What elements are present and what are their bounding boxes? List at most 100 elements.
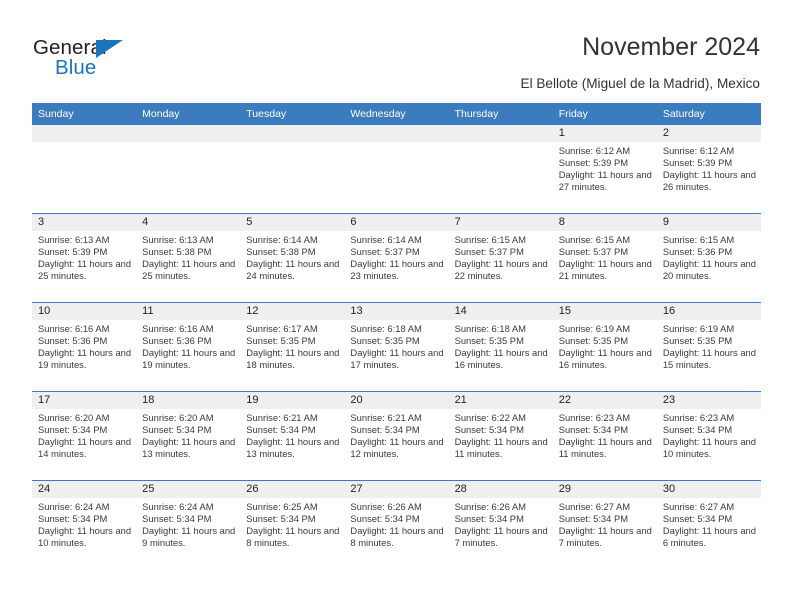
day-sun-info: Sunrise: 6:14 AM Sunset: 5:37 PM Daylight:… [344,231,448,282]
sunset-text: Sunset: 5:34 PM [350,513,420,525]
daylight-text: Daylight: 11 hours and 11 minutes. [558,436,652,460]
day-number: 19 [240,392,345,409]
calendar-page: General Blue November 2024 El Bellote (M… [0,0,792,612]
calendar-day-cell-empty [448,125,553,214]
sunrise-text: Sunrise: 6:25 AM [246,501,318,512]
calendar-day-cell[interactable]: 20 Sunrise: 6:21 AM Sunset: 5:34 PM Dayligh… [344,391,449,481]
general-blue-logo[interactable]: General Blue [33,36,213,86]
calendar-day-cell[interactable]: 1 Sunrise: 6:12 AM Sunset: 5:39 PM Daylight… [552,125,657,214]
day-sun-info: Sunrise: 6:27 AM Sunset: 5:34 PM Daylight:… [553,498,657,549]
day-number: 3 [32,214,137,231]
calendar-day-cell[interactable]: 2 Sunrise: 6:12 AM Sunset: 5:39 PM Daylight… [656,125,761,214]
calendar-day-cell[interactable]: 12 Sunrise: 6:17 AM Sunset: 5:35 PM Dayligh… [240,302,345,392]
sunset-text: Sunset: 5:37 PM [350,246,420,258]
sunset-text: Sunset: 5:34 PM [558,424,629,436]
sunset-text: Sunset: 5:38 PM [142,246,212,258]
day-sun-info: Sunrise: 6:12 AM Sunset: 5:39 PM Daylight:… [553,142,657,193]
daylight-text: Daylight: 11 hours and 10 minutes. [38,525,132,549]
sunrise-text: Sunrise: 6:18 AM [454,323,526,334]
sunset-text: Sunset: 5:34 PM [454,513,524,525]
day-number [240,125,345,142]
calendar-day-cell[interactable]: 23 Sunrise: 6:23 AM Sunset: 5:34 PM Dayligh… [656,391,761,481]
weekday-header-row: Sunday Monday Tuesday Wednesday Thursday… [32,103,761,125]
calendar-day-cell[interactable]: 14 Sunrise: 6:18 AM Sunset: 5:35 PM Dayligh… [448,302,553,392]
day-number: 11 [136,303,241,320]
calendar-day-cell[interactable]: 18 Sunrise: 6:20 AM Sunset: 5:34 PM Dayligh… [136,391,241,481]
calendar-day-cell[interactable]: 24 Sunrise: 6:24 AM Sunset: 5:34 PM Dayligh… [32,480,137,569]
sunset-text: Sunset: 5:34 PM [350,424,420,436]
sunrise-text: Sunrise: 6:13 AM [142,234,214,245]
sunrise-text: Sunrise: 6:26 AM [350,501,422,512]
day-number: 13 [344,303,449,320]
sunset-text: Sunset: 5:39 PM [662,157,733,169]
calendar-day-cell[interactable]: 5 Sunrise: 6:14 AM Sunset: 5:38 PM Daylight… [240,213,345,303]
day-number: 14 [448,303,553,320]
day-sun-info: Sunrise: 6:18 AM Sunset: 5:35 PM Daylight:… [449,320,553,371]
daylight-text: Daylight: 11 hours and 12 minutes. [350,436,444,460]
day-number [344,125,449,142]
day-number: 7 [448,214,553,231]
calendar-day-cell[interactable]: 7 Sunrise: 6:15 AM Sunset: 5:37 PM Daylight… [448,213,553,303]
sunset-text: Sunset: 5:34 PM [246,424,316,436]
day-sun-info: Sunrise: 6:18 AM Sunset: 5:35 PM Daylight:… [344,320,448,371]
daylight-text: Daylight: 11 hours and 19 minutes. [38,347,132,371]
sunset-text: Sunset: 5:35 PM [662,335,733,347]
day-number: 27 [344,481,449,498]
sunrise-text: Sunrise: 6:22 AM [454,412,526,423]
calendar-day-cell[interactable]: 9 Sunrise: 6:15 AM Sunset: 5:36 PM Daylight… [656,213,761,303]
calendar-day-cell[interactable]: 30 Sunrise: 6:27 AM Sunset: 5:34 PM Dayligh… [656,480,761,569]
day-number: 16 [656,303,761,320]
weekday-header-tuesday: Tuesday [240,103,345,125]
daylight-text: Daylight: 11 hours and 24 minutes. [246,258,340,282]
sunrise-text: Sunrise: 6:14 AM [246,234,318,245]
calendar-day-cell[interactable]: 8 Sunrise: 6:15 AM Sunset: 5:37 PM Daylight… [552,213,657,303]
day-sun-info: Sunrise: 6:13 AM Sunset: 5:38 PM Daylight:… [136,231,240,282]
calendar-day-cell[interactable]: 16 Sunrise: 6:19 AM Sunset: 5:35 PM Dayligh… [656,302,761,392]
daylight-text: Daylight: 11 hours and 16 minutes. [558,347,652,371]
calendar-day-cell[interactable]: 6 Sunrise: 6:14 AM Sunset: 5:37 PM Daylight… [344,213,449,303]
day-number: 30 [656,481,761,498]
sunset-text: Sunset: 5:34 PM [558,513,629,525]
calendar-day-cell[interactable]: 3 Sunrise: 6:13 AM Sunset: 5:39 PM Daylight… [32,213,137,303]
calendar-day-cell[interactable]: 29 Sunrise: 6:27 AM Sunset: 5:34 PM Dayligh… [552,480,657,569]
day-number: 23 [656,392,761,409]
daylight-text: Daylight: 11 hours and 27 minutes. [558,169,652,193]
sunrise-text: Sunrise: 6:21 AM [246,412,318,423]
day-number: 5 [240,214,345,231]
calendar-day-cell[interactable]: 27 Sunrise: 6:26 AM Sunset: 5:34 PM Dayligh… [344,480,449,569]
sunrise-text: Sunrise: 6:24 AM [38,501,110,512]
day-sun-info: Sunrise: 6:15 AM Sunset: 5:36 PM Daylight:… [657,231,761,282]
daylight-text: Daylight: 11 hours and 13 minutes. [142,436,236,460]
daylight-text: Daylight: 11 hours and 26 minutes. [662,169,756,193]
calendar-day-cell[interactable]: 11 Sunrise: 6:16 AM Sunset: 5:36 PM Dayligh… [136,302,241,392]
calendar-day-cell[interactable]: 22 Sunrise: 6:23 AM Sunset: 5:34 PM Dayligh… [552,391,657,481]
day-sun-info: Sunrise: 6:27 AM Sunset: 5:34 PM Daylight:… [657,498,761,549]
sunrise-text: Sunrise: 6:12 AM [558,145,631,156]
day-sun-info: Sunrise: 6:20 AM Sunset: 5:34 PM Daylight:… [136,409,240,460]
calendar-day-cell[interactable]: 10 Sunrise: 6:16 AM Sunset: 5:36 PM Dayligh… [32,302,137,392]
day-sun-info: Sunrise: 6:15 AM Sunset: 5:37 PM Daylight:… [449,231,553,282]
daylight-text: Daylight: 11 hours and 13 minutes. [246,436,340,460]
sunset-text: Sunset: 5:34 PM [142,513,212,525]
calendar-day-cell[interactable]: 17 Sunrise: 6:20 AM Sunset: 5:34 PM Dayligh… [32,391,137,481]
calendar-day-cell-empty [32,125,137,214]
sunset-text: Sunset: 5:35 PM [558,335,629,347]
day-number [136,125,241,142]
calendar-day-cell[interactable]: 26 Sunrise: 6:25 AM Sunset: 5:34 PM Dayligh… [240,480,345,569]
sunset-text: Sunset: 5:36 PM [142,335,212,347]
daylight-text: Daylight: 11 hours and 7 minutes. [454,525,548,549]
calendar-day-cell[interactable]: 19 Sunrise: 6:21 AM Sunset: 5:34 PM Dayligh… [240,391,345,481]
sunrise-text: Sunrise: 6:16 AM [38,323,110,334]
calendar-day-cell[interactable]: 13 Sunrise: 6:18 AM Sunset: 5:35 PM Dayligh… [344,302,449,392]
calendar-day-cell[interactable]: 28 Sunrise: 6:26 AM Sunset: 5:34 PM Dayligh… [448,480,553,569]
logo-triangle-icon [96,40,123,58]
sunrise-text: Sunrise: 6:26 AM [454,501,526,512]
day-number: 4 [136,214,241,231]
calendar-week-row: 17 Sunrise: 6:20 AM Sunset: 5:34 PM Dayligh… [32,391,761,481]
sunrise-text: Sunrise: 6:13 AM [38,234,110,245]
calendar-day-cell[interactable]: 25 Sunrise: 6:24 AM Sunset: 5:34 PM Dayligh… [136,480,241,569]
calendar-day-cell[interactable]: 15 Sunrise: 6:19 AM Sunset: 5:35 PM Dayligh… [552,302,657,392]
calendar-day-cell[interactable]: 21 Sunrise: 6:22 AM Sunset: 5:34 PM Dayligh… [448,391,553,481]
day-number [448,125,553,142]
calendar-day-cell[interactable]: 4 Sunrise: 6:13 AM Sunset: 5:38 PM Daylight… [136,213,241,303]
